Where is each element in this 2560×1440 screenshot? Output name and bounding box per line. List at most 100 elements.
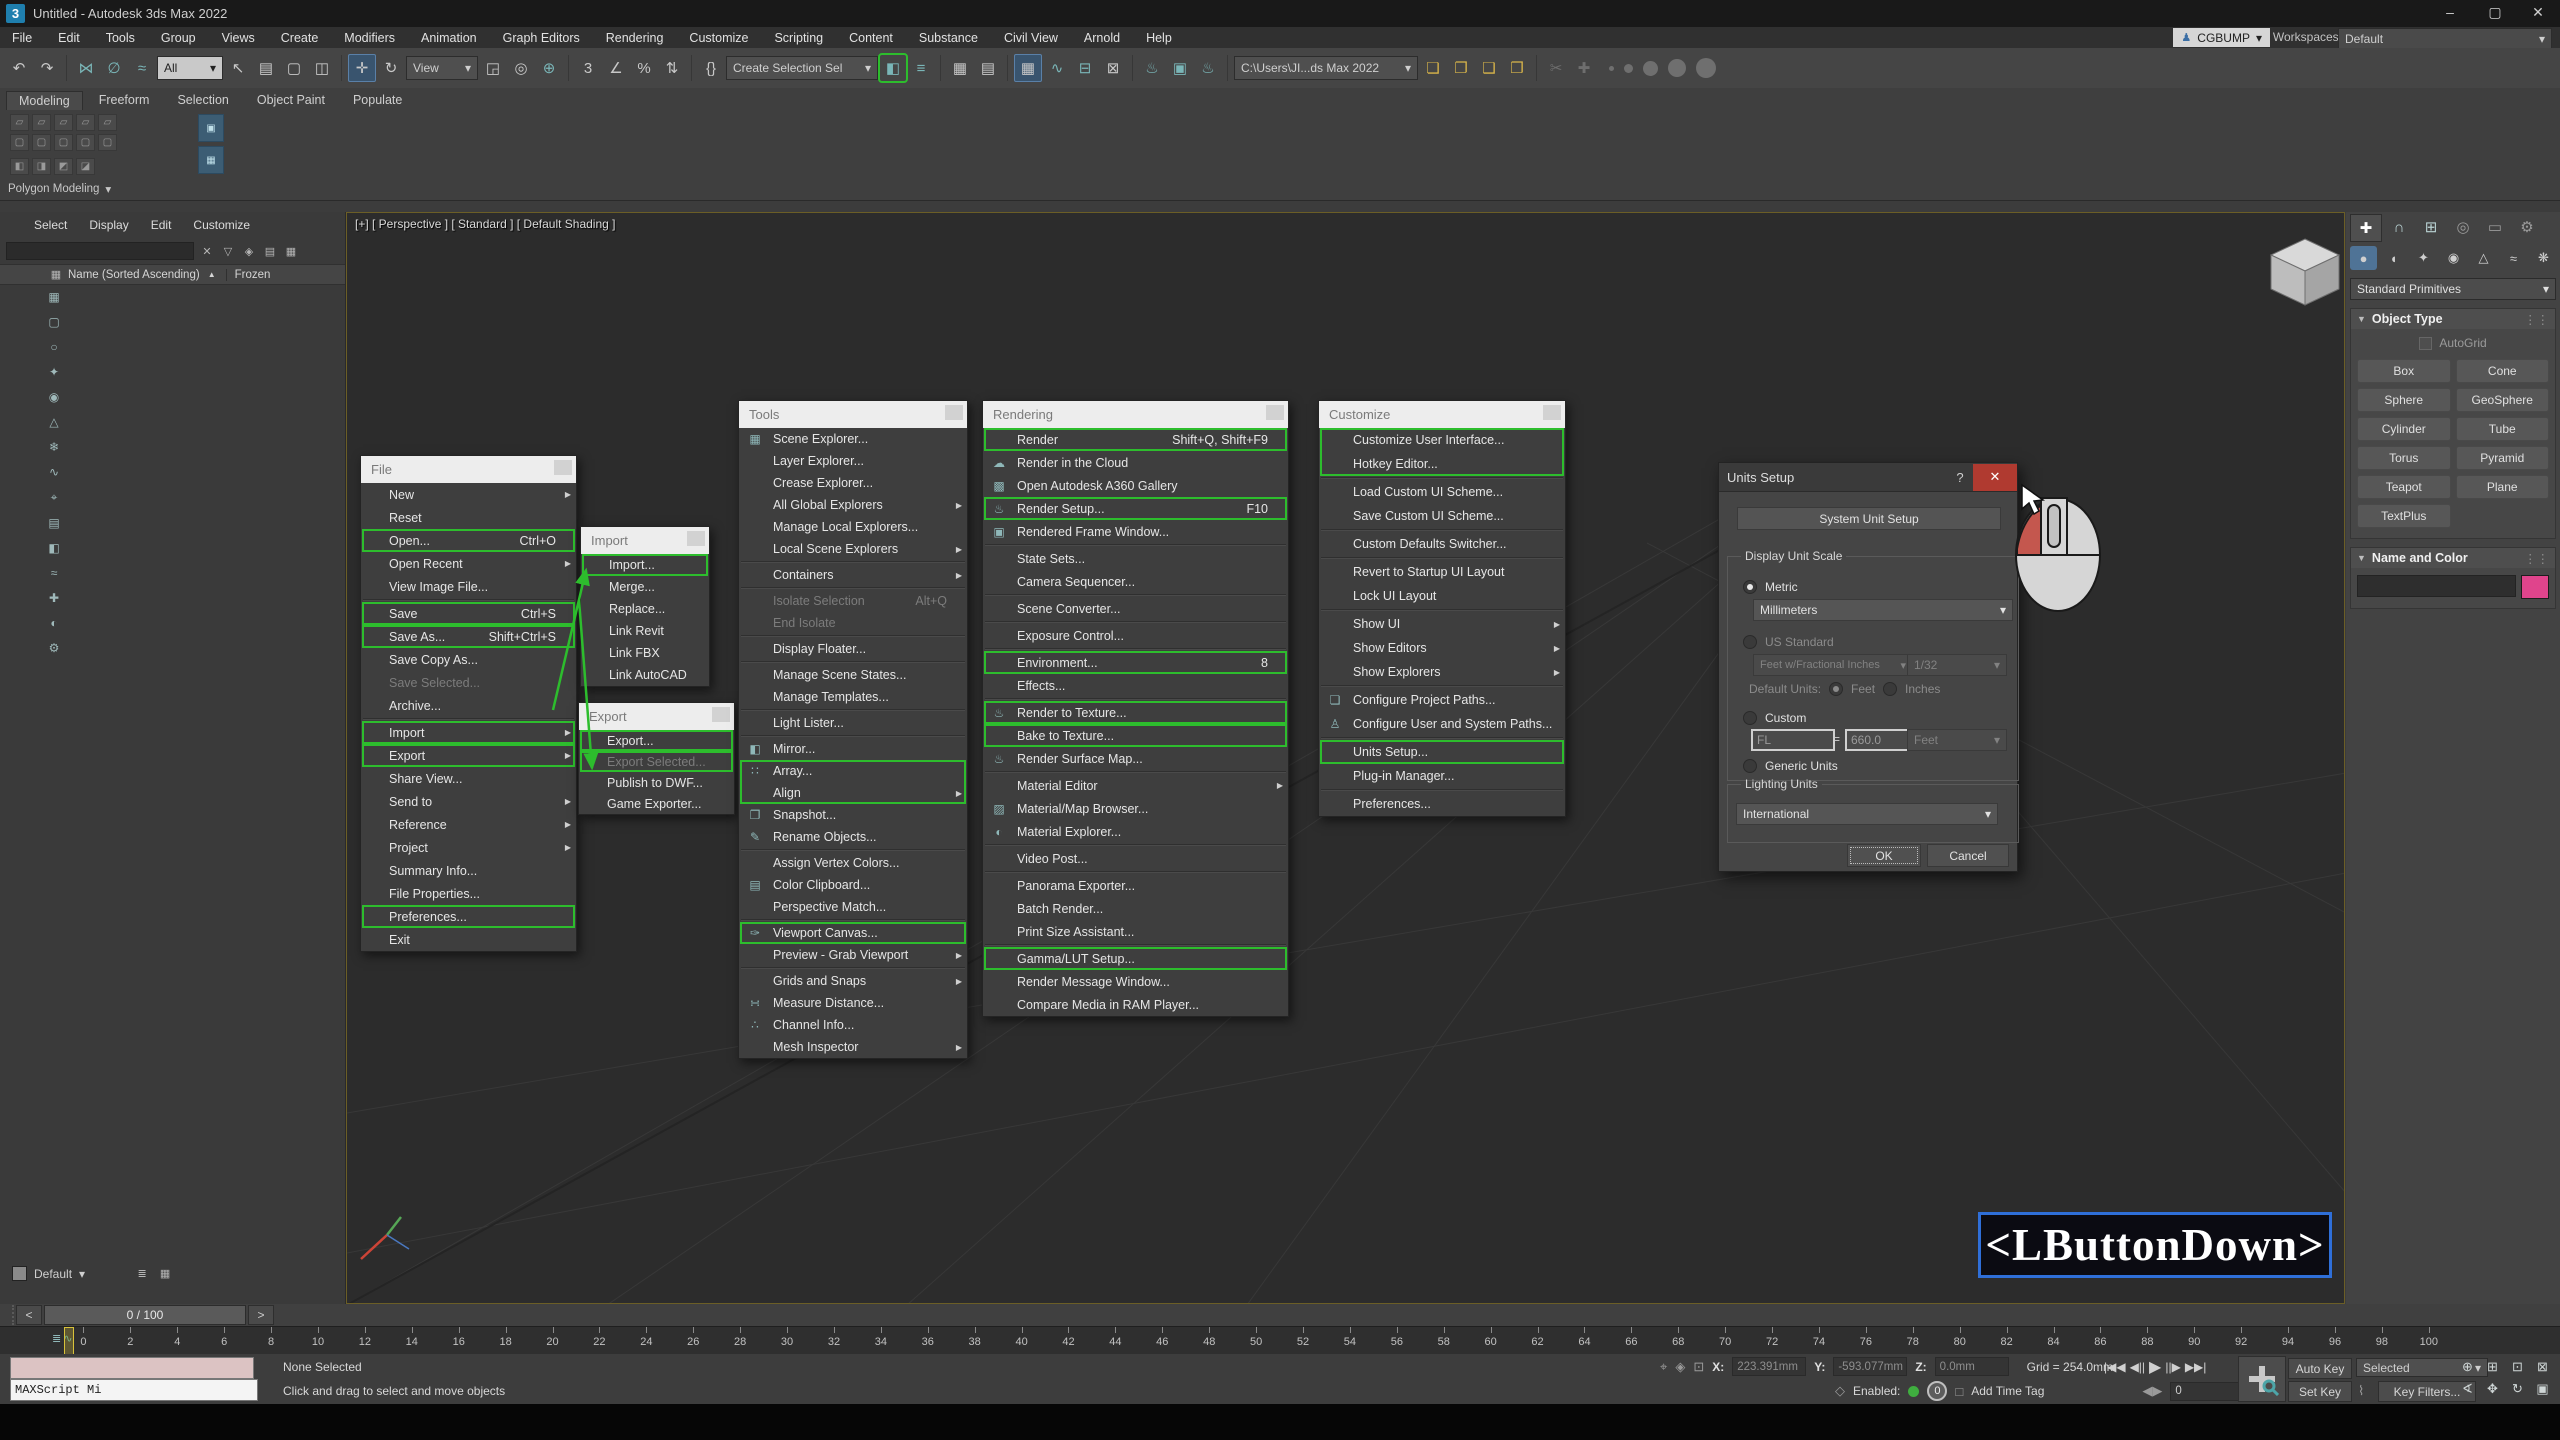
menu-item-align[interactable]: Align▶ bbox=[739, 782, 967, 804]
menu-item-save[interactable]: SaveCtrl+S bbox=[361, 602, 576, 625]
menubar-item-civil-view[interactable]: Civil View bbox=[1004, 31, 1058, 45]
menu-item-manage-templates[interactable]: Manage Templates... bbox=[739, 686, 967, 708]
pivot-center-icon[interactable]: ◎ bbox=[508, 55, 534, 81]
ref-coord-dropdown[interactable]: View ▾ bbox=[406, 56, 478, 80]
frame-tick[interactable]: 66 bbox=[1608, 1327, 1655, 1355]
us-standard-radio[interactable] bbox=[1743, 635, 1757, 649]
ribbon-tab-object-paint[interactable]: Object Paint bbox=[245, 91, 337, 109]
name-and-color-header[interactable]: ▼ Name and Color ⋮⋮ bbox=[2351, 548, 2555, 568]
redo-icon[interactable]: ↷ bbox=[34, 55, 60, 81]
frame-tick[interactable]: 86 bbox=[2077, 1327, 2124, 1355]
filter-funnel-icon[interactable]: ▽ bbox=[220, 245, 236, 258]
menu-item-link-autocad[interactable]: Link AutoCAD bbox=[581, 664, 709, 686]
mirror-icon[interactable]: ◧ bbox=[880, 55, 906, 81]
menu-item-exit[interactable]: Exit bbox=[361, 928, 576, 951]
explorer-filter-icon[interactable]: ❄ bbox=[49, 440, 59, 454]
select-and-scale-icon[interactable]: ◲ bbox=[480, 55, 506, 81]
menu-pin-icon[interactable] bbox=[554, 460, 572, 475]
enabled-status-dot[interactable] bbox=[1908, 1386, 1919, 1397]
shapes-icon[interactable]: ◖ bbox=[2380, 246, 2407, 270]
project-folder-icon[interactable]: ❏ bbox=[1420, 55, 1446, 81]
menu-item-hotkey-editor[interactable]: Hotkey Editor... bbox=[1319, 452, 1565, 476]
custom-radio[interactable] bbox=[1743, 711, 1757, 725]
dialog-titlebar[interactable]: Units Setup ? ✕ bbox=[1719, 463, 2017, 492]
notification-badge[interactable]: 0 bbox=[1927, 1381, 1947, 1401]
select-and-move-icon[interactable]: ✛ bbox=[348, 54, 376, 82]
menu-pin-icon[interactable] bbox=[712, 707, 730, 722]
workspace-dropdown[interactable]: Default ▾ bbox=[2338, 28, 2552, 49]
menu-item-save-as[interactable]: Save As...Shift+Ctrl+S bbox=[361, 625, 576, 648]
ribbon-tab-modeling[interactable]: Modeling bbox=[6, 91, 83, 110]
frame-tick[interactable]: 68 bbox=[1655, 1327, 1702, 1355]
zoom-extents-all-icon[interactable]: ⊠ bbox=[2530, 1356, 2555, 1378]
hierarchy-tab-icon[interactable]: ⊞ bbox=[2416, 214, 2446, 240]
menu-item-environment[interactable]: Environment...8 bbox=[983, 651, 1288, 674]
system-unit-setup-button[interactable]: System Unit Setup bbox=[1737, 507, 2001, 530]
frame-tick[interactable]: 32 bbox=[811, 1327, 858, 1355]
autogrid-checkbox[interactable] bbox=[2419, 337, 2432, 350]
toggle-ribbon-icon[interactable]: ▦ bbox=[1014, 54, 1042, 82]
project-folder-icon[interactable]: ❐ bbox=[1448, 55, 1474, 81]
search-input[interactable] bbox=[6, 242, 194, 260]
menu-item-viewport-canvas[interactable]: ✑Viewport Canvas... bbox=[739, 922, 967, 944]
frame-tick[interactable]: 80 bbox=[1936, 1327, 1983, 1355]
menu-item-gamma-lut-setup[interactable]: Gamma/LUT Setup... bbox=[983, 947, 1288, 970]
frame-tick[interactable]: 10 bbox=[295, 1327, 342, 1355]
custom-value-input[interactable]: 660.0 bbox=[1845, 729, 1909, 751]
menu-item-configure-project-paths[interactable]: ❏Configure Project Paths... bbox=[1319, 688, 1565, 712]
menu-item-all-global-explorers[interactable]: All Global Explorers▶ bbox=[739, 494, 967, 516]
menu-pin-icon[interactable] bbox=[945, 405, 963, 420]
menubar-item-modifiers[interactable]: Modifiers bbox=[344, 31, 395, 45]
menu-item-rendered-frame-window[interactable]: ▣Rendered Frame Window... bbox=[983, 520, 1288, 543]
menu-item-show-editors[interactable]: Show Editors▶ bbox=[1319, 636, 1565, 660]
tube-button[interactable]: Tube bbox=[2456, 417, 2550, 441]
menu-item-render[interactable]: RenderShift+Q, Shift+F9 bbox=[983, 428, 1288, 451]
menu-item-scene-converter[interactable]: Scene Converter... bbox=[983, 597, 1288, 620]
menu-item-share-view[interactable]: Share View... bbox=[361, 767, 576, 790]
menu-item-material-editor[interactable]: Material Editor▶ bbox=[983, 774, 1288, 797]
isolate-selection-icon[interactable]: ⌖ bbox=[1660, 1359, 1667, 1375]
menubar-item-animation[interactable]: Animation bbox=[421, 31, 477, 45]
cameras-icon[interactable]: ◉ bbox=[2440, 246, 2467, 270]
menu-item-crease-explorer[interactable]: Crease Explorer... bbox=[739, 472, 967, 494]
geosphere-button[interactable]: GeoSphere bbox=[2456, 388, 2550, 412]
menu-item-manage-scene-states[interactable]: Manage Scene States... bbox=[739, 664, 967, 686]
lock-icon[interactable]: ◈ bbox=[241, 245, 257, 258]
menu-pin-icon[interactable] bbox=[1543, 405, 1561, 420]
unlink-selection-icon[interactable]: ∅ bbox=[101, 55, 127, 81]
menu-item-containers[interactable]: Containers▶ bbox=[739, 564, 967, 586]
layer-list-icon[interactable]: ≣ bbox=[134, 1267, 150, 1280]
frame-tick[interactable]: 72 bbox=[1749, 1327, 1796, 1355]
percent-snap-icon[interactable]: % bbox=[631, 55, 657, 81]
ok-button[interactable]: OK bbox=[1847, 844, 1921, 867]
motion-tab-icon[interactable]: ◎ bbox=[2448, 214, 2478, 240]
display-tab-icon[interactable]: ▭ bbox=[2480, 214, 2510, 240]
frame-tick[interactable]: 20 bbox=[529, 1327, 576, 1355]
menu-item-configure-user-and-system-paths[interactable]: ♙Configure User and System Paths... bbox=[1319, 712, 1565, 736]
toggle-layer-explorer-icon[interactable]: ▤ bbox=[975, 55, 1001, 81]
frame-tick[interactable]: 64 bbox=[1561, 1327, 1608, 1355]
frame-step-icon[interactable]: ◀▶ bbox=[2142, 1383, 2162, 1399]
minimize-button[interactable]: – bbox=[2430, 4, 2470, 20]
explorer-filter-icon[interactable]: ▢ bbox=[48, 315, 59, 329]
frame-tick[interactable]: 46 bbox=[1139, 1327, 1186, 1355]
menubar-item-content[interactable]: Content bbox=[849, 31, 893, 45]
search-clear-icon[interactable]: ✕ bbox=[199, 245, 215, 258]
utilities-tab-icon[interactable]: ⚙ bbox=[2512, 214, 2542, 240]
menu-item-camera-sequencer[interactable]: Camera Sequencer... bbox=[983, 570, 1288, 593]
menu-pin-icon[interactable] bbox=[1266, 405, 1284, 420]
menu-item-save-copy-as[interactable]: Save Copy As... bbox=[361, 648, 576, 671]
auto-key-button[interactable]: Auto Key bbox=[2288, 1358, 2352, 1379]
set-key-button[interactable]: Set Key bbox=[2288, 1381, 2352, 1402]
menu-item-material-explorer[interactable]: ◐Material Explorer... bbox=[983, 820, 1288, 843]
menu-item-state-sets[interactable]: State Sets... bbox=[983, 547, 1288, 570]
explorer-menu-customize[interactable]: Customize bbox=[193, 218, 250, 240]
viewcube[interactable] bbox=[2259, 233, 2345, 319]
menu-item-archive[interactable]: Archive... bbox=[361, 694, 576, 717]
menu-item-file-properties[interactable]: File Properties... bbox=[361, 882, 576, 905]
polygon-modeling-rollout[interactable]: Polygon Modeling ▾ bbox=[8, 182, 111, 196]
explorer-filter-icon[interactable]: ◧ bbox=[48, 541, 59, 555]
menu-item-bake-to-texture[interactable]: Bake to Texture... bbox=[983, 724, 1288, 747]
maxscript-macro-recorder[interactable] bbox=[10, 1357, 254, 1379]
lights-icon[interactable]: ✦ bbox=[2410, 246, 2437, 270]
